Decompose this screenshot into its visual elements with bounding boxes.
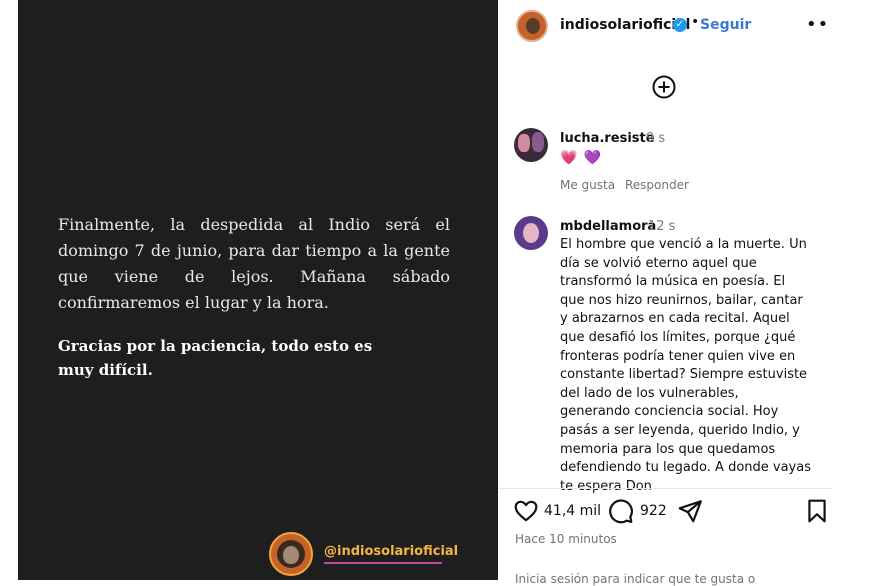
- commenter-avatar[interactable]: [514, 128, 548, 162]
- post-image[interactable]: Finalmente, la despedida al Indio será e…: [18, 0, 498, 580]
- reply-comment-button[interactable]: Responder: [625, 178, 689, 192]
- likes-count[interactable]: 41,4 mil: [544, 503, 601, 519]
- heart-emoji: 💗: [560, 150, 578, 166]
- comment-time: 9 s: [646, 131, 666, 146]
- comment-username[interactable]: lucha.resiste: [560, 131, 655, 146]
- left-margin: [0, 0, 18, 580]
- right-margin: [832, 0, 870, 580]
- login-prompt: Inicia sesión para indicar que te gusta …: [515, 572, 756, 586]
- comment-text: 💗 💜: [560, 150, 601, 166]
- like-heart-icon[interactable]: [513, 498, 539, 524]
- commenter-avatar[interactable]: [514, 216, 548, 250]
- actions-divider: [498, 488, 832, 489]
- purple-heart-emoji: 💜: [583, 150, 601, 166]
- post-image-handle: @indiosolarioficial: [324, 544, 459, 559]
- like-comment-button[interactable]: Me gusta: [560, 178, 615, 192]
- post-image-emphasis: Gracias por la paciencia, todo esto es m…: [58, 337, 373, 379]
- post-time-ago: Hace 10 minutos: [515, 532, 617, 546]
- post-side-panel: indiosolarioficial ✓ • Seguir ••• lucha.…: [498, 0, 840, 586]
- load-more-comments-icon[interactable]: [652, 75, 676, 99]
- indio-avatar-badge: [269, 532, 313, 576]
- comment-bubble-icon[interactable]: [608, 498, 634, 524]
- author-username[interactable]: indiosolarioficial: [560, 17, 690, 33]
- comment-username[interactable]: mbdellamora: [560, 219, 656, 234]
- post-image-text: Finalmente, la despedida al Indio será e…: [58, 215, 450, 312]
- author-avatar[interactable]: [516, 10, 548, 42]
- follow-button[interactable]: Seguir: [700, 17, 751, 33]
- separator-dot: •: [691, 14, 700, 30]
- save-bookmark-icon[interactable]: [804, 498, 830, 524]
- share-send-icon[interactable]: [677, 498, 703, 524]
- comment-text: El hombre que venció a la muerte. Un día…: [560, 237, 811, 494]
- handle-underline: [324, 562, 442, 564]
- post-header: indiosolarioficial ✓ • Seguir •••: [498, 0, 840, 54]
- verified-badge-icon: ✓: [673, 18, 687, 32]
- comment-time: 12 s: [648, 219, 676, 234]
- comments-count[interactable]: 922: [640, 503, 667, 519]
